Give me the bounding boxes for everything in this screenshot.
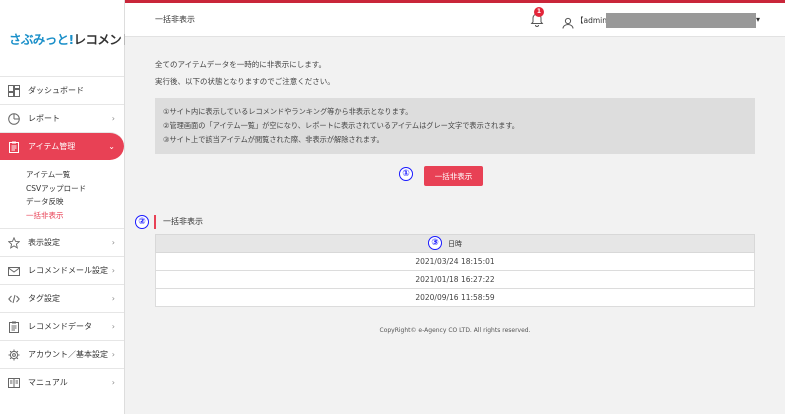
chevron-right-icon: › — [111, 322, 115, 331]
notification-badge: 1 — [534, 7, 544, 17]
book-icon — [8, 377, 20, 389]
intro-text: 全てのアイテムデータを一時的に非表示にします。 実行後、以下の状態となりますので… — [155, 56, 335, 90]
dashboard-icon — [8, 84, 20, 97]
table-cell-datetime: 2020/09/16 11:58:59 — [155, 288, 755, 307]
chevron-right-icon: › — [111, 114, 115, 123]
chevron-right-icon: › — [111, 378, 115, 387]
sidebar-item-label: レポート — [28, 114, 60, 123]
app-logo[interactable]: さぶみっと! レコメンド — [0, 0, 134, 76]
table-row: 2021/03/24 18:15:01 — [155, 252, 755, 271]
table-header-datetime: 日時 — [155, 234, 755, 253]
sidebar-item-label: レコメンドメール設定 — [28, 266, 108, 275]
section-title: 一括非表示 — [154, 215, 203, 229]
sidebar-subitem-bulk-hide[interactable]: 一括非表示 — [26, 209, 124, 223]
report-icon — [8, 112, 20, 125]
header-bar: 一括非表示 1 【admin】 ▾ — [125, 0, 785, 37]
table-header-row: 日時 — [155, 234, 755, 253]
sidebar-item-label: アカウント／基本設定 — [28, 350, 108, 359]
notice-line: ②管理画面の「アイテム一覧」が空になり、レポートに表示されているアイテムはグレー… — [163, 121, 519, 130]
code-icon — [8, 293, 20, 305]
intro-line: 実行後、以下の状態となりますのでご注意ください。 — [155, 77, 335, 86]
sidebar-item-tag-settings[interactable]: タグ設定 › — [0, 284, 124, 312]
user-icon — [562, 14, 574, 29]
sidebar-item-label: ダッシュボード — [28, 86, 84, 95]
bulk-hide-button[interactable]: 一括非表示 — [424, 166, 483, 186]
logo-text-brand: さぶみっと! — [9, 31, 74, 47]
clipboard-icon — [8, 321, 20, 333]
annotation-marker-2: ② — [135, 215, 149, 229]
table-cell-datetime: 2021/03/24 18:15:01 — [155, 252, 755, 271]
annotation-marker-1: ① — [399, 167, 413, 181]
sidebar-item-recommend-mail[interactable]: レコメンドメール設定 › — [0, 256, 124, 284]
chevron-right-icon: › — [111, 350, 115, 359]
sidebar-item-recommend-data[interactable]: レコメンドデータ › — [0, 312, 124, 340]
sidebar-item-label: アイテム管理 — [28, 142, 76, 151]
table-row: 2020/09/16 11:58:59 — [155, 288, 755, 307]
sidebar-item-display-settings[interactable]: 表示設定 › — [0, 228, 124, 256]
sidebar-item-manual[interactable]: マニュアル › — [0, 368, 124, 396]
chevron-down-icon: ⌄ — [108, 142, 115, 151]
notice-line: ③サイト上で該当アイテムが閲覧された際、非表示が解除されます。 — [163, 135, 384, 144]
chevron-right-icon: › — [111, 238, 115, 247]
sidebar-item-report[interactable]: レポート › — [0, 104, 124, 132]
sidebar-subitem-data-apply[interactable]: データ反映 — [26, 195, 124, 209]
notice-line: ①サイト内に表示しているレコメンドやランキング等から非表示となります。 — [163, 107, 413, 116]
table-row: 2021/01/18 16:27:22 — [155, 270, 755, 289]
caret-down-icon[interactable]: ▾ — [756, 15, 760, 24]
gear-icon — [8, 349, 20, 361]
sidebar-subitem-csv-upload[interactable]: CSVアップロード — [26, 182, 124, 196]
chevron-right-icon: › — [111, 266, 115, 275]
sidebar-subitem-item-list[interactable]: アイテム一覧 — [26, 168, 124, 182]
sidebar-item-label: レコメンドデータ — [28, 322, 92, 331]
main-content: 全てのアイテムデータを一時的に非表示にします。 実行後、以下の状態となりますので… — [125, 37, 785, 414]
notice-box: ①サイト内に表示しているレコメンドやランキング等から非表示となります。 ②管理画… — [155, 98, 755, 154]
sidebar-item-dashboard[interactable]: ダッシュボード — [0, 76, 124, 104]
sidebar-submenu: アイテム一覧 CSVアップロード データ反映 一括非表示 — [0, 160, 124, 228]
clipboard-icon — [8, 141, 20, 153]
page-title: 一括非表示 — [155, 15, 195, 24]
table-cell-datetime: 2021/01/18 16:27:22 — [155, 270, 755, 289]
star-icon — [8, 236, 20, 249]
chevron-right-icon: › — [111, 294, 115, 303]
history-table: 日時 2021/03/24 18:15:01 2021/01/18 16:27:… — [155, 234, 755, 307]
mail-icon — [8, 265, 20, 277]
redacted-account-name — [606, 13, 756, 28]
sidebar-item-account-settings[interactable]: アカウント／基本設定 › — [0, 340, 124, 368]
intro-line: 全てのアイテムデータを一時的に非表示にします。 — [155, 60, 326, 69]
annotation-marker-3: ③ — [428, 236, 442, 250]
sidebar: さぶみっと! レコメンド ダッシュボード レポート › アイテム管理 ⌄ アイテ… — [0, 0, 134, 414]
sidebar-item-label: マニュアル — [28, 378, 68, 387]
sidebar-item-item-management[interactable]: アイテム管理 ⌄ — [0, 132, 124, 160]
sidebar-item-label: タグ設定 — [28, 294, 60, 303]
copyright-footer: CopyRight© e-Agency CO LTD. All rights r… — [379, 327, 531, 334]
sidebar-item-label: 表示設定 — [28, 238, 60, 247]
